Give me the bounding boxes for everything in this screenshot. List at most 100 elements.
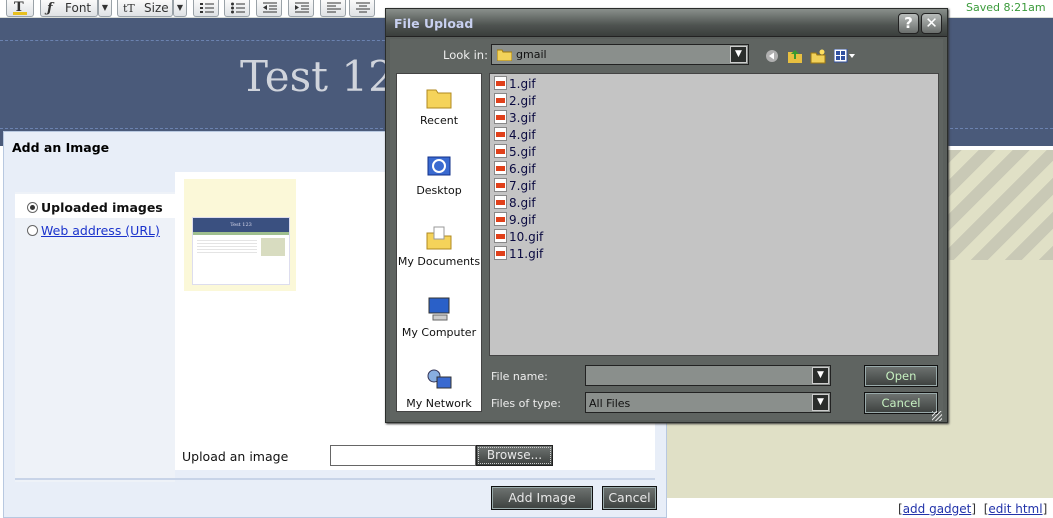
files-of-type-dropdown[interactable]: All Files ▼ (585, 392, 831, 413)
file-name: 8.gif (509, 196, 536, 210)
gif-file-icon (494, 93, 507, 107)
gif-file-icon (494, 161, 507, 175)
open-button[interactable]: Open (864, 365, 938, 387)
place-label: My Documents (397, 255, 481, 268)
text-color-button[interactable]: T (6, 0, 34, 17)
look-in-arrow[interactable]: ▼ (730, 46, 747, 63)
file-list[interactable]: 1.gif 2.gif 3.gif 4.gif 5.gif 6.gif 7.gif 8.gif… (489, 73, 939, 356)
align-center-icon (356, 2, 370, 13)
file-name: 1.gif (509, 77, 536, 91)
file-item[interactable]: 2.gif (494, 93, 536, 108)
file-item[interactable]: 6.gif (494, 161, 536, 176)
chevron-down-icon: ▼ (176, 3, 184, 12)
place-label: Desktop (416, 184, 462, 197)
up-folder-icon[interactable] (787, 48, 803, 64)
place-my-computer[interactable]: My Computer (397, 296, 481, 339)
recent-folder-icon (426, 89, 452, 109)
file-name: 9.gif (509, 213, 536, 227)
file-item[interactable]: 10.gif (494, 229, 543, 244)
font-label: Font (65, 1, 92, 15)
look-in-value: gmail (516, 48, 547, 61)
file-name-arrow[interactable]: ▼ (812, 367, 829, 384)
file-item[interactable]: 11.gif (494, 246, 543, 261)
help-button[interactable]: ? (898, 13, 919, 34)
files-of-type-label: Files of type: (491, 397, 562, 410)
font-dropdown-arrow[interactable]: ▼ (98, 0, 112, 17)
add-image-button[interactable]: Add Image (491, 486, 593, 510)
my-network-icon (427, 369, 452, 389)
upload-label: Upload an image (182, 449, 289, 464)
cancel-button[interactable]: Cancel (602, 486, 657, 510)
gif-file-icon (494, 144, 507, 158)
file-item[interactable]: 9.gif (494, 212, 536, 227)
file-upload-title: File Upload (394, 16, 474, 31)
file-item[interactable]: 5.gif (494, 144, 536, 159)
upload-file-input[interactable] (330, 445, 476, 466)
gif-file-icon (494, 110, 507, 124)
file-name-input[interactable]: ▼ (585, 365, 831, 386)
numbered-list-button[interactable] (193, 0, 219, 17)
uploaded-images-label: Uploaded images (41, 200, 163, 215)
text-size-icon: tT (123, 2, 135, 15)
align-center-button[interactable] (349, 0, 375, 17)
image-thumbnail[interactable]: Test 123 (192, 217, 290, 285)
gif-file-icon (494, 76, 507, 90)
folder-icon (497, 49, 512, 61)
gif-file-icon (494, 212, 507, 226)
place-desktop[interactable]: Desktop (397, 154, 481, 197)
file-name: 4.gif (509, 128, 536, 142)
chevron-down-icon: ▼ (735, 49, 742, 59)
gif-file-icon (494, 246, 507, 260)
align-left-button[interactable] (320, 0, 346, 17)
my-documents-icon (426, 226, 452, 250)
outdent-button[interactable] (256, 0, 282, 17)
place-my-documents[interactable]: My Documents (397, 225, 481, 268)
size-button[interactable]: tT Size (117, 0, 173, 17)
resize-grip[interactable] (932, 411, 942, 421)
file-upload-titlebar[interactable]: File Upload ? ✕ (386, 9, 947, 37)
browse-button[interactable]: Browse... (476, 445, 553, 466)
new-folder-icon[interactable] (810, 48, 826, 64)
place-label: My Network (406, 397, 472, 410)
indent-button[interactable] (288, 0, 314, 17)
view-menu-icon[interactable] (834, 49, 856, 63)
edit-html-link[interactable]: edit html (988, 502, 1042, 516)
uploaded-images-radio[interactable] (27, 202, 38, 213)
file-item[interactable]: 3.gif (494, 110, 536, 125)
file-upload-dialog: File Upload ? ✕ Look in: gmail ▼ Recent … (385, 8, 948, 423)
place-my-network[interactable]: My Network (397, 367, 481, 410)
gif-file-icon (494, 195, 507, 209)
file-name: 2.gif (509, 94, 536, 108)
thumbnail-header: Test 123 (193, 218, 289, 232)
chevron-down-icon: ▼ (817, 397, 824, 407)
files-of-type-arrow[interactable]: ▼ (812, 394, 829, 411)
file-item[interactable]: 1.gif (494, 76, 536, 91)
web-address-link[interactable]: Web address (URL) (41, 223, 160, 238)
my-computer-icon (428, 297, 450, 321)
back-icon[interactable] (765, 49, 779, 63)
look-in-dropdown[interactable]: gmail ▼ (491, 44, 749, 65)
place-label: My Computer (401, 326, 477, 339)
file-item[interactable]: 8.gif (494, 195, 536, 210)
save-status: Saved 8:21am (966, 1, 1046, 14)
place-recent[interactable]: Recent (397, 84, 481, 127)
size-dropdown-arrow[interactable]: ▼ (173, 0, 187, 17)
close-icon: ✕ (925, 14, 938, 32)
add-gadget-link[interactable]: add gadget (903, 502, 972, 516)
file-upload-cancel-button[interactable]: Cancel (864, 392, 938, 414)
font-button[interactable]: ƒ Font (40, 0, 98, 17)
bullet-list-button[interactable] (224, 0, 250, 17)
file-name: 5.gif (509, 145, 536, 159)
place-label: Recent (419, 114, 459, 127)
desktop-icon (427, 156, 451, 176)
web-address-radio[interactable] (27, 225, 38, 236)
file-name: 6.gif (509, 162, 536, 176)
thumbnail-sidebar (261, 238, 285, 256)
file-item[interactable]: 4.gif (494, 127, 536, 142)
file-item[interactable]: 7.gif (494, 178, 536, 193)
gif-file-icon (494, 127, 507, 141)
close-button[interactable]: ✕ (921, 13, 942, 34)
file-name: 3.gif (509, 111, 536, 125)
color-swatch (13, 12, 27, 15)
file-name: 7.gif (509, 179, 536, 193)
